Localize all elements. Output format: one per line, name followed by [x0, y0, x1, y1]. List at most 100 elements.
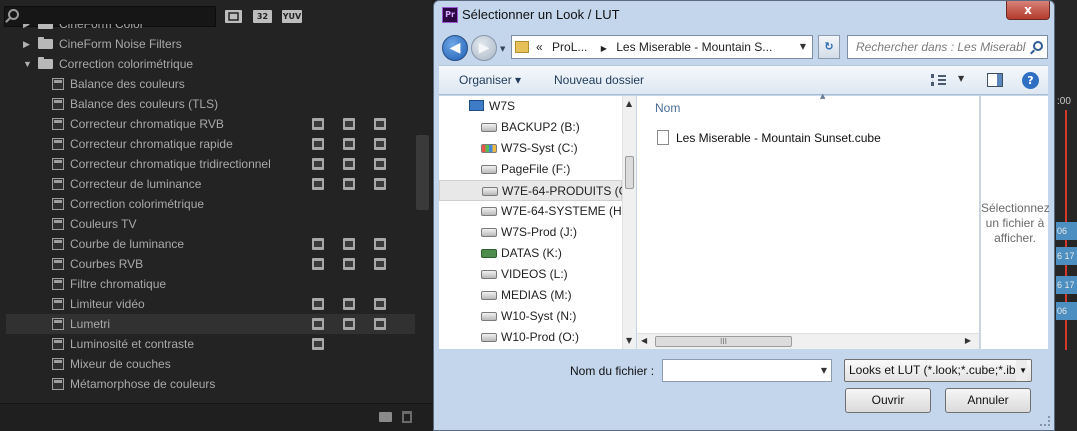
organize-menu[interactable]: Organiser ▾	[459, 73, 521, 87]
chevron-down-icon[interactable]: ▼	[23, 54, 32, 74]
chevron-right-icon[interactable]: ▶	[23, 34, 30, 54]
nav-item-drive[interactable]: W7E-64-SYSTEME (H:)	[439, 201, 629, 222]
search-placeholder: Rechercher dans : Les Miserabl...	[856, 40, 1026, 54]
chevron-right-icon[interactable]: ▶	[601, 44, 607, 53]
effect-item[interactable]: Balance des couleurs	[6, 74, 415, 94]
effect-item[interactable]: Correcteur chromatique rapide	[6, 134, 415, 154]
cancel-button[interactable]: Annuler	[945, 388, 1031, 413]
chevron-down-icon[interactable]: ▼	[800, 42, 806, 51]
effect-icon	[52, 278, 64, 290]
scroll-thumb[interactable]: III	[655, 336, 792, 347]
breadcrumb-item[interactable]: ProL...	[552, 40, 587, 54]
32bit-icon	[343, 258, 355, 270]
effects-scrollbar[interactable]	[416, 135, 429, 210]
effect-item[interactable]: Courbes RVB	[6, 254, 415, 274]
effect-folder[interactable]: ▼ Correction colorimétrique	[6, 54, 415, 74]
effect-item[interactable]: Mixeur de couches	[6, 354, 415, 374]
accelerated-effects-filter-icon[interactable]	[225, 10, 242, 23]
history-dropdown-icon[interactable]: ▼	[500, 45, 505, 53]
effect-item[interactable]: Correcteur chromatique tridirectionnel	[6, 154, 415, 174]
effect-folder[interactable]: ▶ CineForm Color	[6, 24, 415, 34]
chevron-down-icon[interactable]: ▼	[1016, 360, 1027, 381]
nav-item-computer[interactable]: W7S	[439, 96, 622, 117]
nav-item-label: W7E-64-SYSTEME (H:)	[501, 204, 630, 218]
address-bar[interactable]: « ProL... ▶ Les Miserable - Mountain S..…	[511, 35, 813, 59]
yuv-icon	[374, 238, 386, 250]
nav-item-drive[interactable]: BACKUP2 (B:)	[439, 117, 622, 138]
effect-item[interactable]: Luminosité et contraste	[6, 334, 415, 354]
effect-item[interactable]: Correcteur chromatique RVB	[6, 114, 415, 134]
scroll-right-icon[interactable]: ▶	[965, 336, 971, 345]
effect-label: Lumetri	[70, 317, 111, 331]
nav-item-drive[interactable]: PageFile (F:)	[439, 159, 622, 180]
filename-label: Nom du fichier :	[570, 364, 655, 378]
nav-item-drive[interactable]: W7E-64-PRODUITS (G:)	[439, 180, 635, 201]
folder-icon	[38, 57, 53, 69]
select-look-lut-dialog: Pr Sélectionner un Look / LUT x ◀ ▶ ▼ « …	[433, 0, 1055, 431]
effect-label: Balance des couleurs	[70, 77, 185, 91]
close-button[interactable]: x	[1006, 1, 1050, 20]
effect-item[interactable]: Filtre chromatique	[6, 274, 415, 294]
nav-item-drive[interactable]: VIDEOS (L:)	[439, 264, 622, 285]
new-folder-button[interactable]: Nouveau dossier	[554, 73, 644, 87]
nav-scrollbar[interactable]: ▲ ▼	[622, 96, 636, 349]
trash-icon[interactable]	[402, 411, 412, 423]
scroll-left-icon[interactable]: ◀	[641, 336, 647, 345]
effect-item[interactable]: Correcteur de luminance	[6, 174, 415, 194]
accelerated-icon	[312, 338, 324, 350]
forward-button[interactable]: ▶	[471, 35, 497, 61]
nav-item-label: VIDEOS (L:)	[501, 267, 568, 281]
yuv-icon	[374, 118, 386, 130]
nav-item-drive[interactable]: W7S-Syst (C:)	[439, 138, 622, 159]
folder-icon	[38, 24, 53, 29]
effect-item[interactable]: Lumetri	[6, 314, 415, 334]
scroll-up-icon[interactable]: ▲	[626, 99, 632, 108]
timeline-clip[interactable]: 06	[1056, 222, 1077, 240]
chevron-right-icon[interactable]: ▶	[23, 24, 30, 34]
resize-grip[interactable]	[1040, 416, 1050, 426]
file-name: Les Miserable - Mountain Sunset.cube	[676, 131, 881, 145]
network-drive-icon	[481, 249, 497, 258]
nav-item-drive[interactable]: DATAS (K:)	[439, 243, 622, 264]
timecode-label: :00	[1057, 96, 1071, 107]
filename-input[interactable]: ▼	[662, 359, 832, 382]
breadcrumb-overflow[interactable]: «	[536, 40, 543, 54]
search-input[interactable]: Rechercher dans : Les Miserabl...	[847, 35, 1048, 59]
effect-label: CineForm Color	[59, 24, 144, 31]
breadcrumb-item[interactable]: Les Miserable - Mountain S...	[616, 40, 772, 54]
horizontal-scrollbar[interactable]: ◀ III ▶	[637, 333, 979, 349]
effect-folder[interactable]: ▶ CineForm Noise Filters	[6, 34, 415, 54]
search-icon	[8, 9, 19, 20]
nav-item-drive[interactable]: W7S-Prod (J:)	[439, 222, 622, 243]
timeline-clip[interactable]: 6 17	[1056, 276, 1077, 294]
nav-item-drive[interactable]: MEDIAS (M:)	[439, 285, 622, 306]
effect-item[interactable]: Balance des couleurs (TLS)	[6, 94, 415, 114]
32bit-filter-badge[interactable]: 32	[253, 10, 272, 23]
chevron-down-icon[interactable]: ▼	[821, 366, 827, 375]
back-button[interactable]: ◀	[442, 35, 468, 61]
nav-item-drive[interactable]: W10-Prod (O:)	[439, 327, 622, 348]
open-button[interactable]: Ouvrir	[845, 388, 931, 413]
yuv-filter-badge[interactable]: YUV	[282, 10, 302, 23]
effect-item[interactable]: Correction colorimétrique	[6, 194, 415, 214]
column-header-name[interactable]: Nom	[655, 101, 680, 115]
help-icon[interactable]: ?	[1022, 72, 1039, 89]
timeline-clip[interactable]: 6 17	[1056, 247, 1077, 265]
preview-pane-icon[interactable]	[987, 73, 1003, 87]
effect-item[interactable]: Courbe de luminance	[6, 234, 415, 254]
view-list-icon[interactable]	[931, 74, 946, 86]
effect-item[interactable]: Couleurs TV	[6, 214, 415, 234]
accelerated-icon	[312, 118, 324, 130]
effect-item[interactable]: Limiteur vidéo	[6, 294, 415, 314]
scroll-thumb[interactable]	[625, 156, 634, 189]
scroll-down-icon[interactable]: ▼	[626, 336, 632, 345]
nav-item-label: W7S	[489, 99, 516, 113]
filetype-select[interactable]: Looks et LUT (*.look;*.cube;*.ib ▼	[844, 359, 1032, 382]
nav-item-drive[interactable]: W10-Syst (N:)	[439, 306, 622, 327]
32bit-icon	[343, 158, 355, 170]
chevron-down-icon[interactable]: ▼	[958, 74, 964, 83]
timeline-clip[interactable]: 06	[1056, 302, 1077, 320]
effect-item[interactable]: Métamorphose de couleurs	[6, 374, 415, 394]
new-bin-folder-icon[interactable]	[379, 412, 392, 422]
refresh-button[interactable]: ↻	[818, 35, 840, 59]
